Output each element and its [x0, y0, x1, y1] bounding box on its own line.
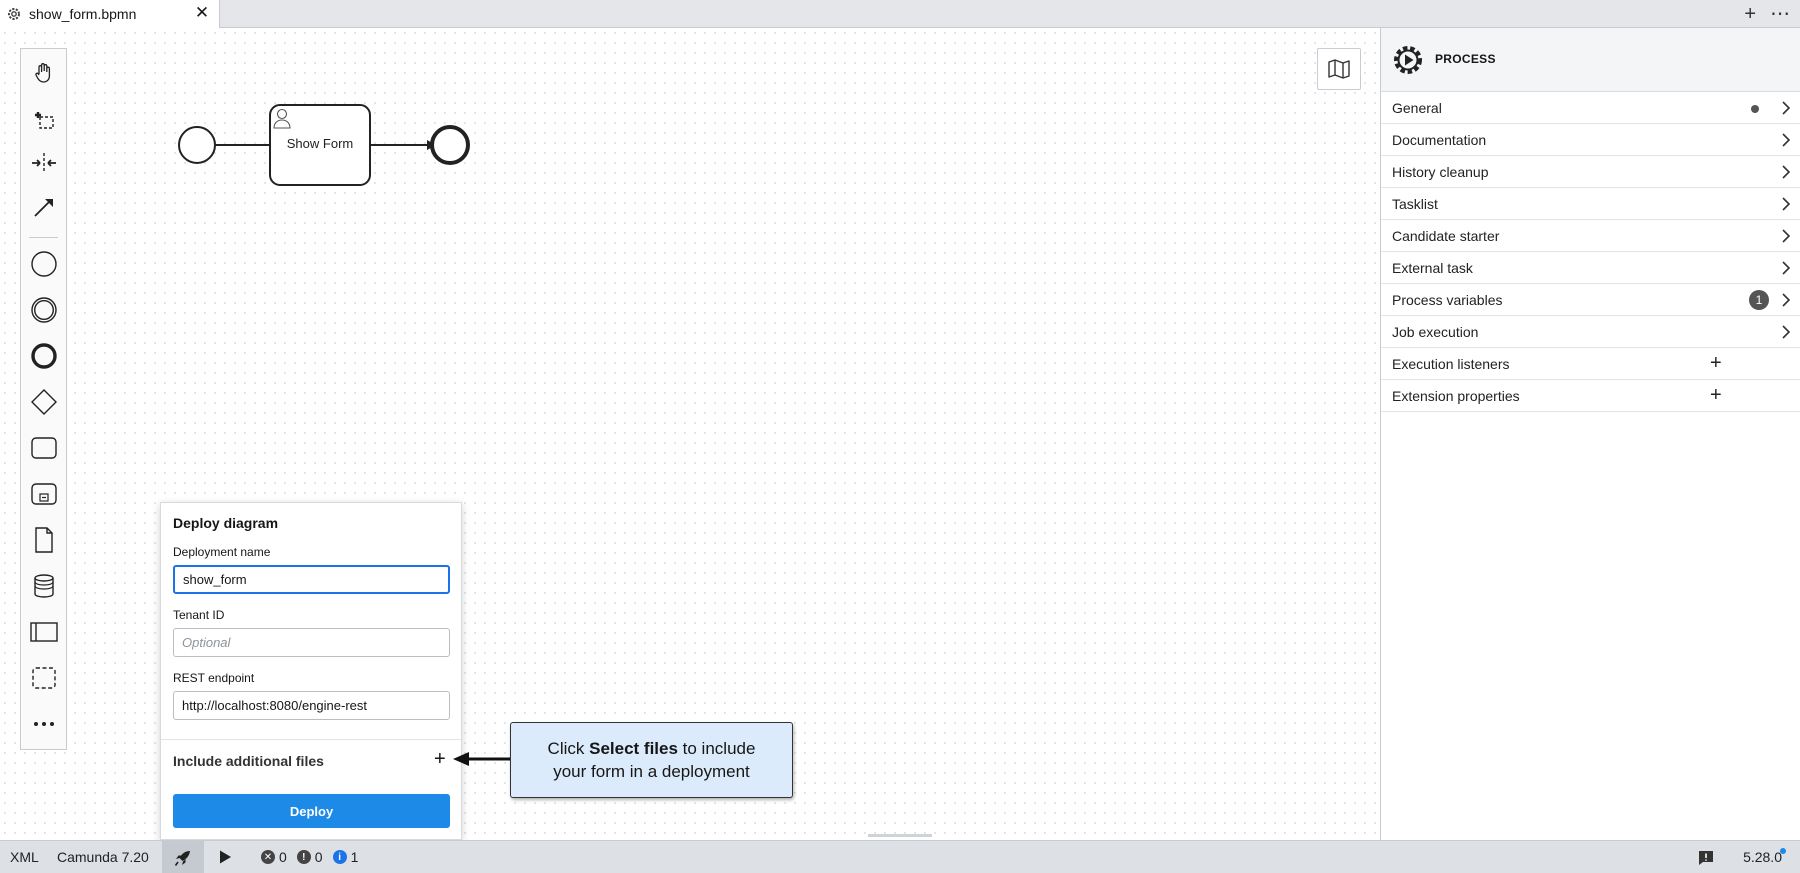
- group-candidate-starter[interactable]: Candidate starter: [1381, 220, 1800, 252]
- close-icon[interactable]: ✕: [193, 4, 211, 22]
- panel-resize-handle[interactable]: [868, 834, 932, 837]
- group-general[interactable]: General: [1381, 92, 1800, 124]
- deploy-dialog-title: Deploy diagram: [173, 515, 279, 531]
- chevron-right-icon: [1782, 197, 1791, 211]
- rest-endpoint-value: http://localhost:8080/engine-rest: [182, 698, 368, 713]
- connect-tool-icon[interactable]: [21, 187, 66, 227]
- status-bar: XML Camunda 7.20 ✕ 0 ! 0 i 1 5.28.0: [0, 840, 1800, 873]
- feedback-icon[interactable]: [1698, 850, 1714, 866]
- group-external-task[interactable]: External task: [1381, 252, 1800, 284]
- error-count: 0: [279, 849, 287, 865]
- process-gear-icon: [1394, 46, 1422, 74]
- properties-header: PROCESS: [1381, 28, 1800, 92]
- warning-icon: !: [296, 850, 311, 864]
- chevron-right-icon: [1782, 101, 1791, 115]
- start-event-icon[interactable]: [21, 244, 66, 284]
- map-icon: [1328, 59, 1350, 79]
- hand-tool-icon[interactable]: [21, 53, 66, 93]
- group-label: Job execution: [1392, 323, 1479, 340]
- task-label: Show Form: [286, 136, 354, 151]
- properties-panel: PROCESS General Documentation History cl…: [1380, 28, 1800, 840]
- deployment-name-value: show_form: [183, 572, 247, 587]
- gear-icon: [8, 8, 20, 20]
- end-event[interactable]: [430, 125, 470, 165]
- more-tools-icon[interactable]: [21, 704, 66, 744]
- include-files-label: Include additional files: [173, 753, 324, 769]
- data-object-icon[interactable]: [21, 520, 66, 560]
- deploy-button[interactable]: Deploy: [173, 794, 450, 828]
- tab-bar: show_form.bpmn ✕ + ⋯: [0, 0, 1800, 29]
- plus-icon[interactable]: +: [1744, 2, 1756, 26]
- add-files-icon[interactable]: +: [434, 747, 446, 771]
- info-icon: i: [332, 850, 347, 864]
- intermediate-event-icon[interactable]: [21, 290, 66, 330]
- tenant-id-input[interactable]: Optional: [173, 628, 450, 657]
- deploy-rocket-icon[interactable]: [162, 841, 204, 873]
- app-version[interactable]: 5.28.0: [1743, 849, 1782, 865]
- group-extension-properties[interactable]: Extension properties +: [1381, 380, 1800, 412]
- more-icon[interactable]: ⋯: [1770, 2, 1790, 26]
- xml-toggle[interactable]: XML: [10, 849, 39, 865]
- data-indicator-dot: [1751, 105, 1759, 113]
- engine-selector[interactable]: Camunda 7.20: [57, 849, 149, 865]
- run-play-icon[interactable]: [217, 849, 233, 865]
- space-tool-icon[interactable]: [21, 143, 66, 183]
- group-icon[interactable]: [21, 658, 66, 698]
- data-store-icon[interactable]: [21, 566, 66, 606]
- group-label: External task: [1392, 259, 1473, 276]
- minimap-button[interactable]: [1317, 48, 1361, 90]
- task-icon[interactable]: [21, 428, 66, 468]
- group-execution-listeners[interactable]: Execution listeners +: [1381, 348, 1800, 380]
- chevron-right-icon: [1782, 261, 1791, 275]
- tab-actions: + ⋯: [1744, 2, 1790, 26]
- chevron-right-icon: [1782, 165, 1791, 179]
- group-documentation[interactable]: Documentation: [1381, 124, 1800, 156]
- tenant-id-placeholder: Optional: [182, 635, 231, 650]
- chevron-right-icon: [1782, 325, 1791, 339]
- group-label: Documentation: [1392, 131, 1487, 148]
- group-label: History cleanup: [1392, 163, 1489, 180]
- error-icon: ✕: [261, 850, 275, 864]
- info-count: 1: [350, 849, 359, 865]
- end-event-icon[interactable]: [21, 336, 66, 376]
- group-label: Extension properties: [1392, 387, 1520, 404]
- element-type-label: PROCESS: [1435, 52, 1496, 66]
- add-icon[interactable]: +: [1710, 352, 1722, 374]
- tab-show-form[interactable]: show_form.bpmn ✕: [0, 0, 220, 29]
- gateway-icon[interactable]: [21, 382, 66, 422]
- pool-icon[interactable]: [21, 612, 66, 652]
- group-label: General: [1392, 99, 1442, 116]
- rest-endpoint-input[interactable]: http://localhost:8080/engine-rest: [173, 691, 450, 720]
- group-history-cleanup[interactable]: History cleanup: [1381, 156, 1800, 188]
- add-icon[interactable]: +: [1710, 384, 1722, 406]
- group-label: Candidate starter: [1392, 227, 1500, 244]
- group-label: Execution listeners: [1392, 355, 1510, 372]
- tab-label: show_form.bpmn: [29, 6, 137, 22]
- tool-palette: [20, 48, 67, 750]
- problems-indicator[interactable]: ✕ 0 ! 0 i 1: [261, 849, 358, 865]
- subprocess-icon[interactable]: [21, 474, 66, 514]
- tenant-id-label: Tenant ID: [173, 608, 225, 622]
- start-event[interactable]: [178, 126, 216, 164]
- callout-arrow-icon: [453, 752, 511, 766]
- hint-callout: Click Select files to include your form …: [510, 722, 793, 798]
- chevron-right-icon: [1782, 293, 1791, 307]
- deploy-dialog: Deploy diagram Deployment name show_form…: [160, 502, 462, 840]
- count-badge: 1: [1749, 290, 1769, 310]
- group-label: Process variables: [1392, 291, 1503, 308]
- deployment-name-input[interactable]: show_form: [173, 565, 450, 594]
- lasso-tool-icon[interactable]: [21, 99, 66, 139]
- update-dot: [1780, 848, 1786, 854]
- group-job-execution[interactable]: Job execution: [1381, 316, 1800, 348]
- callout-prefix: Click: [547, 739, 590, 758]
- callout-bold: Select files: [589, 739, 678, 758]
- group-label: Tasklist: [1392, 195, 1438, 212]
- rest-endpoint-label: REST endpoint: [173, 671, 255, 685]
- chevron-right-icon: [1782, 229, 1791, 243]
- group-process-variables[interactable]: Process variables 1: [1381, 284, 1800, 316]
- warning-count: 0: [314, 849, 323, 865]
- group-tasklist[interactable]: Tasklist: [1381, 188, 1800, 220]
- chevron-right-icon: [1782, 133, 1791, 147]
- deployment-name-label: Deployment name: [173, 545, 271, 559]
